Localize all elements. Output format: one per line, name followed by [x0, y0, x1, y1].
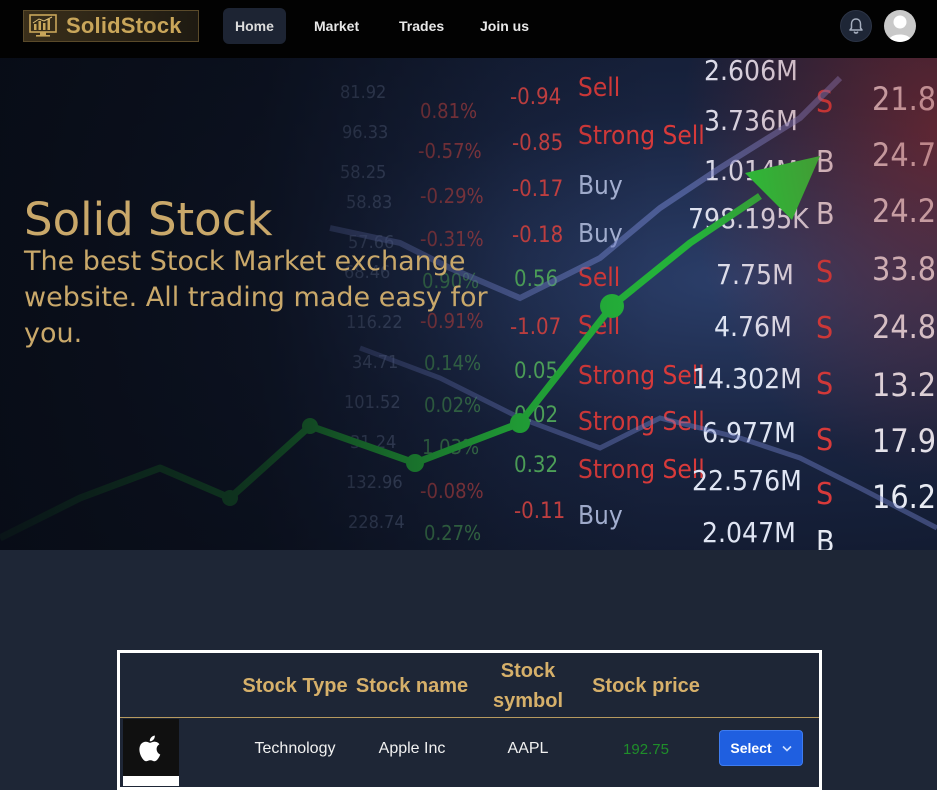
apple-logo-icon	[139, 735, 161, 761]
nav-trades[interactable]: Trades	[387, 8, 456, 44]
brand-name: SolidStock	[66, 13, 182, 38]
bell-icon	[849, 18, 863, 34]
cell-stock-symbol: AAPL	[507, 740, 549, 757]
cell-stock-price: 192.75	[623, 740, 669, 758]
top-navbar: SolidStock Home Market Trades Join us	[0, 0, 937, 58]
chevron-down-icon	[782, 745, 792, 752]
nav-market[interactable]: Market	[302, 8, 371, 44]
stocks-table: Stock Type Stock name Stock symbol Stock…	[117, 650, 822, 790]
select-label: Select	[730, 740, 772, 756]
header-stock-price: Stock price	[592, 674, 700, 697]
cell-stock-type: Technology	[254, 740, 336, 757]
nav-join-us[interactable]: Join us	[468, 8, 541, 44]
notifications-button[interactable]	[840, 10, 872, 42]
stock-logo-cell-footer	[123, 776, 179, 786]
nav-home[interactable]: Home	[223, 8, 286, 44]
hero-banner: 81.9296.3358.25 58.8357.6668.46 116.2234…	[0, 58, 937, 550]
select-dropdown-button[interactable]: Select	[719, 730, 803, 766]
table-row: Technology Apple Inc AAPL 192.75 Select	[120, 719, 819, 786]
table-header: Stock Type Stock name Stock symbol Stock…	[120, 653, 819, 718]
header-stock-type: Stock Type	[242, 674, 348, 697]
stock-logo-cell	[123, 719, 179, 776]
header-stock-name: Stock name	[355, 674, 469, 697]
monitor-chart-icon	[29, 14, 57, 37]
user-avatar-icon	[888, 15, 912, 42]
header-stock-symbol: Stock symbol	[492, 659, 564, 712]
cell-stock-name: Apple Inc	[378, 740, 446, 757]
hero-subtitle: The best Stock Market exchange website. …	[24, 246, 488, 349]
user-avatar[interactable]	[884, 10, 916, 42]
brand-logo[interactable]: SolidStock	[23, 10, 199, 42]
hero-title: Solid Stock	[24, 193, 273, 246]
